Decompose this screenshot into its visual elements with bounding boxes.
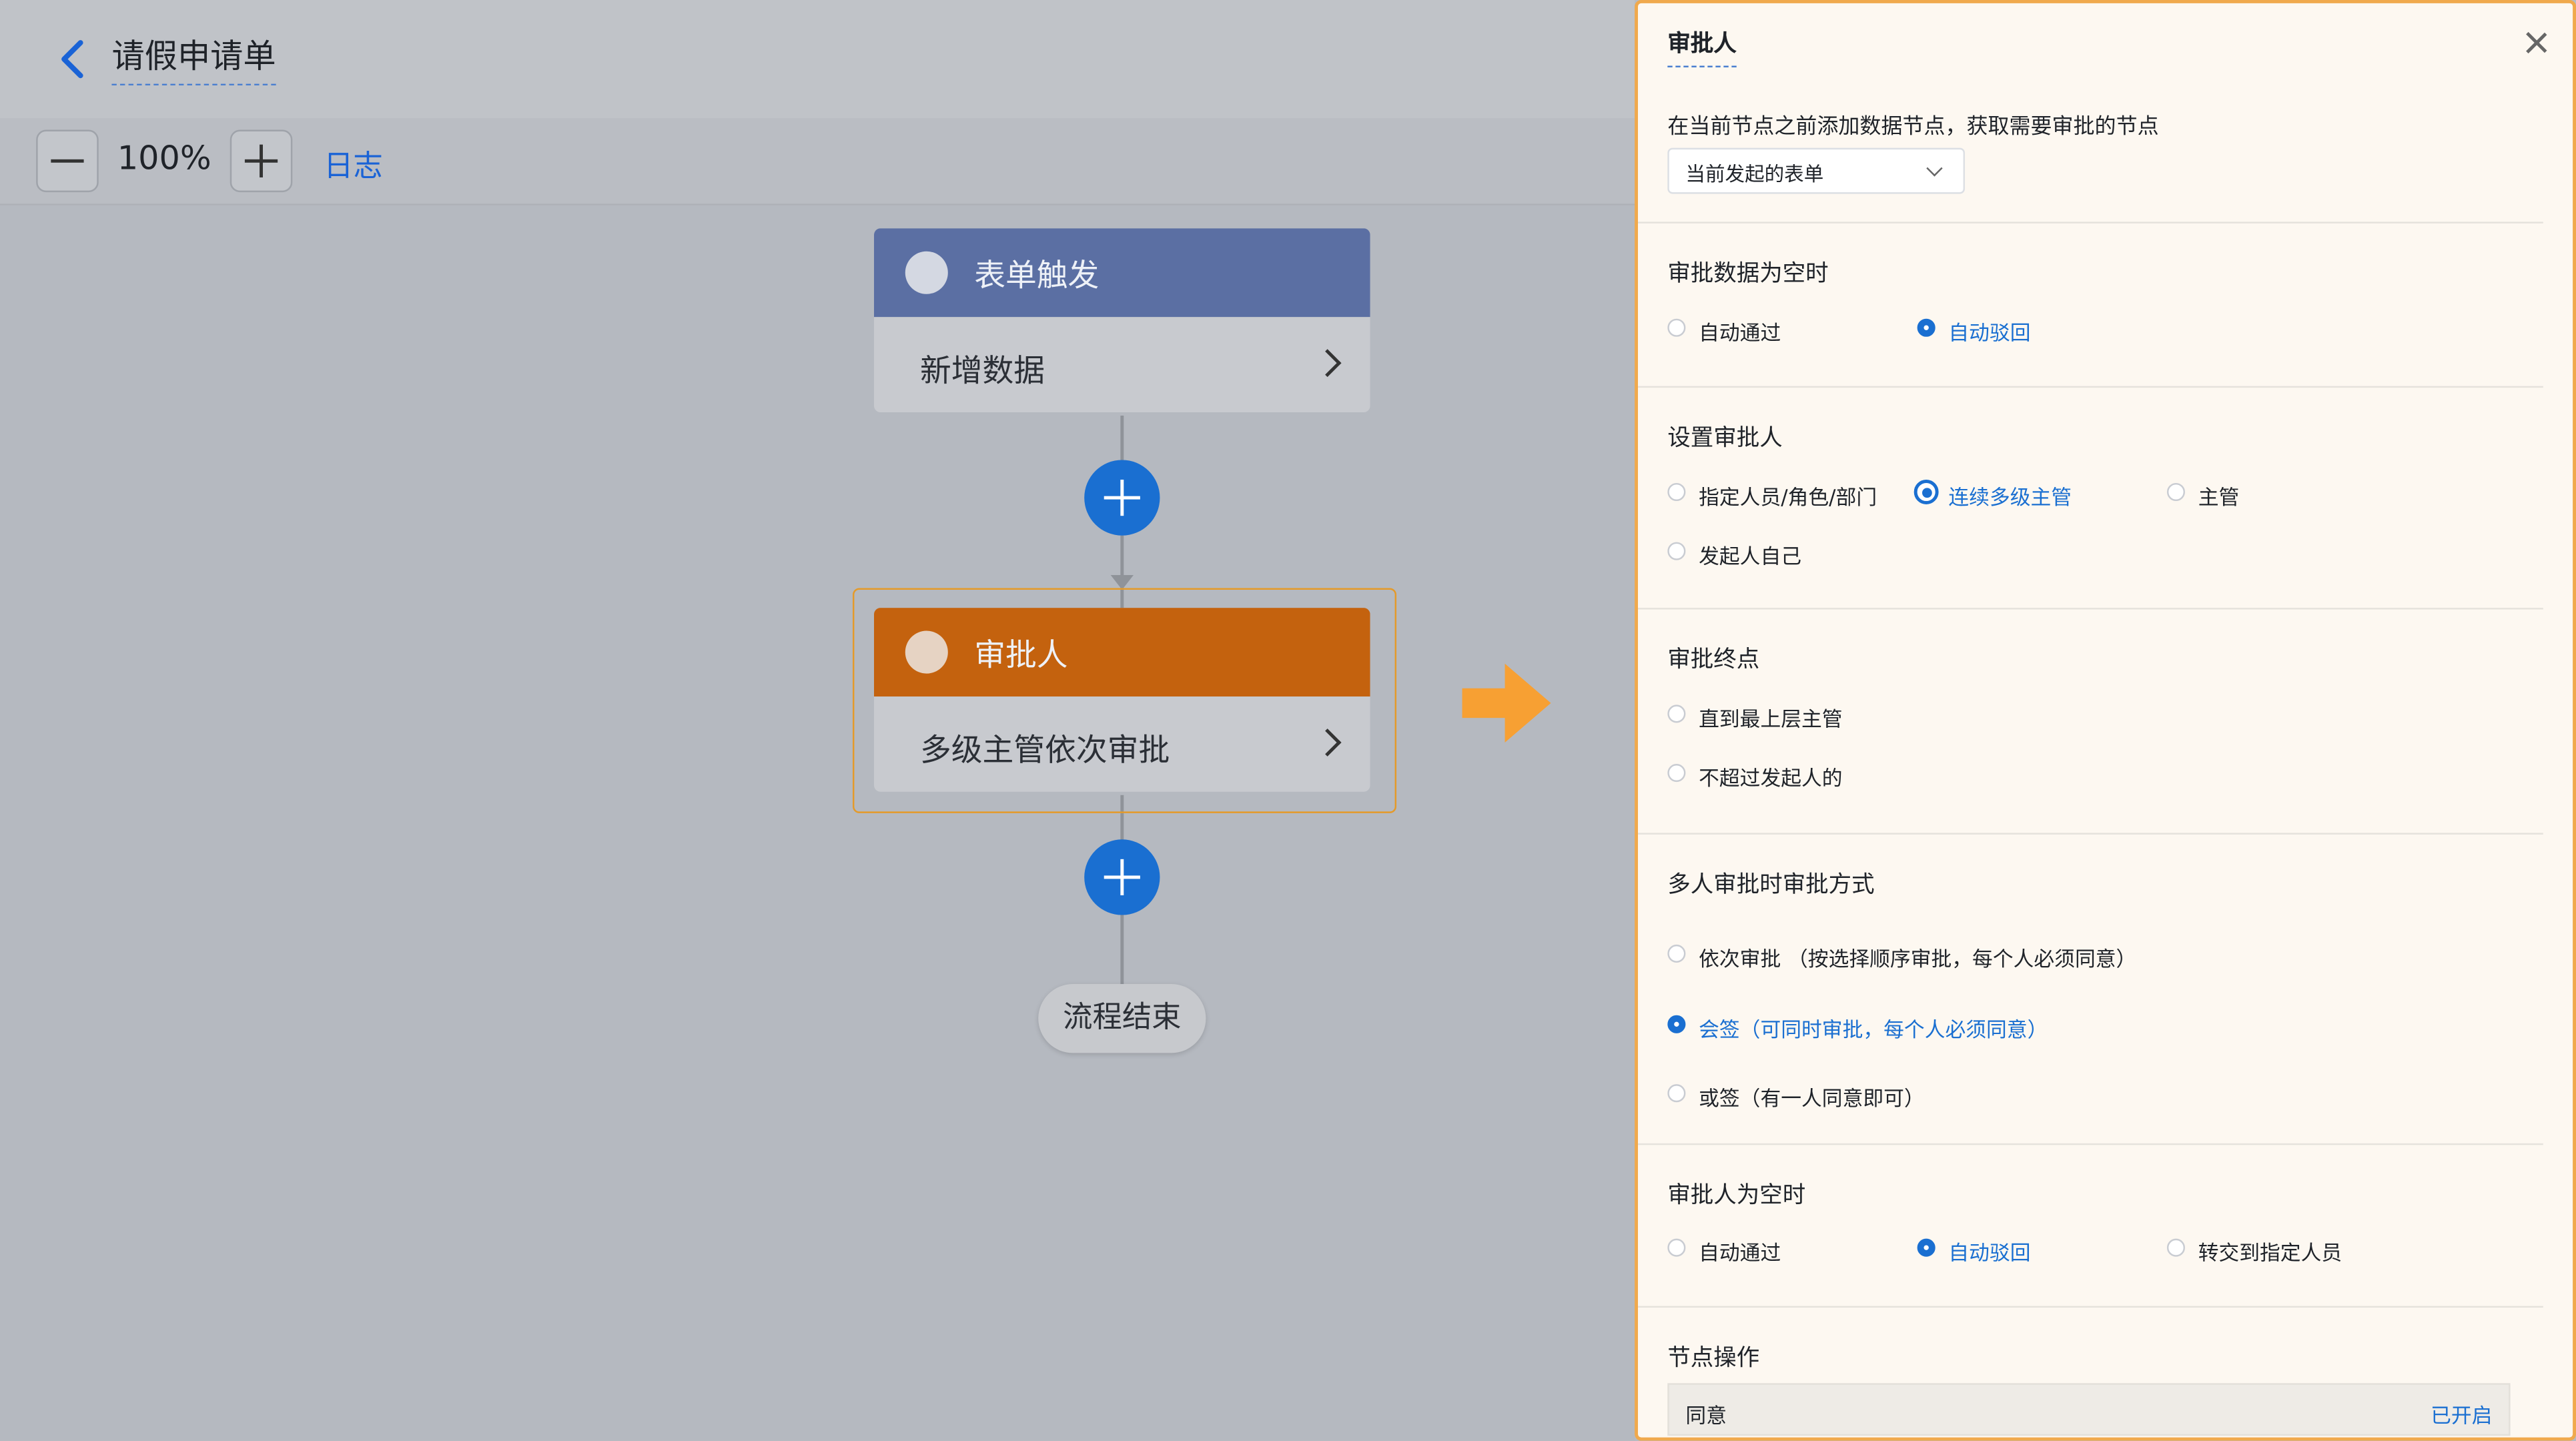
chevron-down-icon (1926, 160, 1943, 177)
approver-settings-panel: 审批人 在当前节点之前添加数据节点，获取需要审批的节点 当前发起的表单 审批数据… (1635, 0, 2576, 1441)
zoom-level: 100% (117, 137, 211, 177)
panel-title: 审批人 (1667, 26, 1737, 67)
multi-mode-label: 多人审批时审批方式 (1667, 872, 1875, 899)
zoom-in-button[interactable] (230, 129, 293, 193)
trigger-node-detail: 新增数据 (919, 353, 1045, 390)
page-title: 请假申请单 (111, 29, 276, 86)
close-icon[interactable] (2522, 29, 2551, 59)
chevron-right-icon (1313, 349, 1342, 378)
approver-icon (905, 630, 948, 674)
divider (1638, 608, 2543, 610)
node-op-status[interactable]: 已开启 (2431, 1398, 2492, 1430)
divider (1638, 221, 2543, 223)
flow-connector (1120, 913, 1124, 986)
approver-node-detail: 多级主管依次审批 (919, 733, 1170, 769)
flow-end-node: 流程结束 (1038, 983, 1206, 1053)
add-node-button[interactable] (1084, 460, 1160, 536)
approver-node-title: 审批人 (974, 637, 1068, 674)
data-node-select[interactable]: 当前发起的表单 (1667, 147, 1966, 194)
arrow-right-icon (1462, 663, 1551, 743)
empty-approver-label: 审批人为空时 (1667, 1182, 1806, 1210)
data-node-select-value: 当前发起的表单 (1685, 162, 1824, 186)
divider (1638, 386, 2543, 388)
node-op-agree-row[interactable]: 同意 已开启 (1667, 1383, 2511, 1436)
add-node-button[interactable] (1084, 839, 1160, 915)
minus-icon (51, 159, 84, 163)
set-approver-label: 设置审批人 (1667, 425, 1783, 452)
chevron-left-icon[interactable] (49, 33, 95, 85)
log-link[interactable]: 日志 (324, 143, 383, 185)
divider (1638, 833, 2543, 835)
trigger-node[interactable]: 表单触发 新增数据 (873, 228, 1370, 413)
data-node-hint: 在当前节点之前添加数据节点，获取需要审批的节点 (1667, 115, 2159, 140)
node-ops-label: 节点操作 (1667, 1345, 1760, 1372)
divider (1638, 1306, 2543, 1308)
divider (1638, 1143, 2543, 1145)
empty-data-label: 审批数据为空时 (1667, 261, 1829, 288)
node-op-name: 同意 (1685, 1402, 1727, 1428)
approver-node-header: 审批人 (873, 608, 1370, 697)
form-icon (905, 251, 948, 294)
approver-node-body[interactable]: 多级主管依次审批 (873, 696, 1370, 792)
end-point-label: 审批终点 (1667, 647, 1760, 674)
zoom-out-button[interactable] (36, 129, 99, 193)
trigger-node-title: 表单触发 (974, 258, 1100, 294)
chevron-right-icon (1313, 729, 1342, 757)
trigger-node-header: 表单触发 (873, 228, 1370, 318)
approver-node[interactable]: 审批人 多级主管依次审批 (873, 608, 1370, 792)
trigger-node-body[interactable]: 新增数据 (873, 317, 1370, 413)
